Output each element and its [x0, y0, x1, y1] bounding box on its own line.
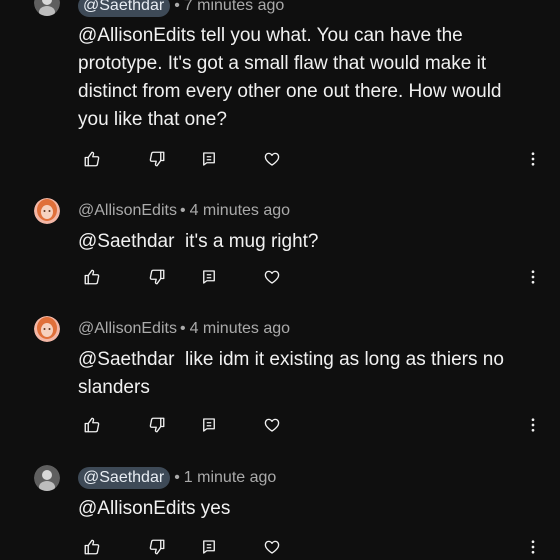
reply-comment-icon — [203, 418, 215, 432]
comment-meta: @Saethdar • 1 minute ago — [78, 467, 276, 489]
heart-icon — [264, 270, 280, 284]
timestamp[interactable]: 1 minute ago — [184, 469, 277, 487]
thumbs-down-icon — [149, 269, 165, 285]
more-options-button[interactable] — [522, 266, 544, 288]
thumbs-down-icon — [149, 151, 165, 167]
avatar[interactable] — [34, 316, 60, 342]
more-vert-icon — [531, 540, 535, 554]
comment-actions — [0, 148, 560, 172]
thumbs-up-icon — [84, 151, 100, 167]
avatar[interactable] — [34, 198, 60, 224]
heart-button[interactable] — [261, 266, 283, 288]
reply-comment-icon — [203, 152, 215, 166]
more-vert-icon — [531, 418, 535, 432]
comment-meta: @AllisonEdits • 4 minutes ago — [78, 318, 290, 340]
comment-actions — [0, 266, 560, 290]
thumbs-up-icon — [84, 539, 100, 555]
author-handle[interactable]: @Saethdar — [78, 467, 171, 489]
separator: • — [174, 0, 180, 14]
avatar[interactable] — [34, 465, 60, 491]
timestamp[interactable]: 4 minutes ago — [190, 202, 291, 220]
thumbs-down-icon — [149, 417, 165, 433]
like-button[interactable] — [81, 266, 103, 288]
author-handle[interactable]: @AllisonEdits — [78, 202, 177, 220]
reply-button[interactable] — [198, 148, 220, 170]
separator: • — [179, 320, 186, 337]
like-button[interactable] — [81, 536, 103, 558]
dislike-button[interactable] — [146, 148, 168, 170]
comment-meta: @AllisonEdits • 4 minutes ago — [78, 200, 290, 222]
more-options-button[interactable] — [522, 148, 544, 170]
comment-meta: @Saethdar • 7 minutes ago — [78, 0, 284, 17]
reply-button[interactable] — [198, 536, 220, 558]
comment-text: @AllisonEdits yes — [78, 498, 231, 519]
heart-icon — [264, 418, 280, 432]
like-button[interactable] — [81, 148, 103, 170]
comment-actions — [0, 414, 560, 438]
more-vert-icon — [531, 152, 535, 166]
separator: • — [174, 469, 180, 486]
reply-button[interactable] — [198, 414, 220, 436]
more-options-button[interactable] — [522, 536, 544, 558]
author-handle[interactable]: @Saethdar — [78, 0, 171, 17]
separator: • — [179, 202, 186, 219]
more-vert-icon — [531, 270, 535, 284]
comment-text: @Saethdar it's a mug right? — [78, 231, 319, 252]
reply-button[interactable] — [198, 266, 220, 288]
timestamp[interactable]: 7 minutes ago — [184, 0, 285, 15]
thumbs-up-icon — [84, 417, 100, 433]
thumbs-up-icon — [84, 269, 100, 285]
heart-button[interactable] — [261, 536, 283, 558]
comment-text: @AllisonEdits tell you what. You can hav… — [78, 25, 502, 130]
heart-icon — [264, 540, 280, 554]
dislike-button[interactable] — [146, 414, 168, 436]
dislike-button[interactable] — [146, 266, 168, 288]
reply-comment-icon — [203, 270, 215, 284]
thumbs-down-icon — [149, 539, 165, 555]
avatar[interactable] — [34, 0, 60, 16]
like-button[interactable] — [81, 414, 103, 436]
reply-comment-icon — [203, 540, 215, 554]
timestamp[interactable]: 4 minutes ago — [190, 320, 291, 338]
dislike-button[interactable] — [146, 536, 168, 558]
heart-icon — [264, 152, 280, 166]
author-handle[interactable]: @AllisonEdits — [78, 320, 177, 338]
heart-button[interactable] — [261, 148, 283, 170]
comment-thread: @Saethdar • 7 minutes ago @AllisonEdits … — [0, 0, 560, 560]
more-options-button[interactable] — [522, 414, 544, 436]
comment-text: @Saethdar like idm it existing as long a… — [78, 349, 510, 398]
comment-actions — [0, 536, 560, 560]
heart-button[interactable] — [261, 414, 283, 436]
